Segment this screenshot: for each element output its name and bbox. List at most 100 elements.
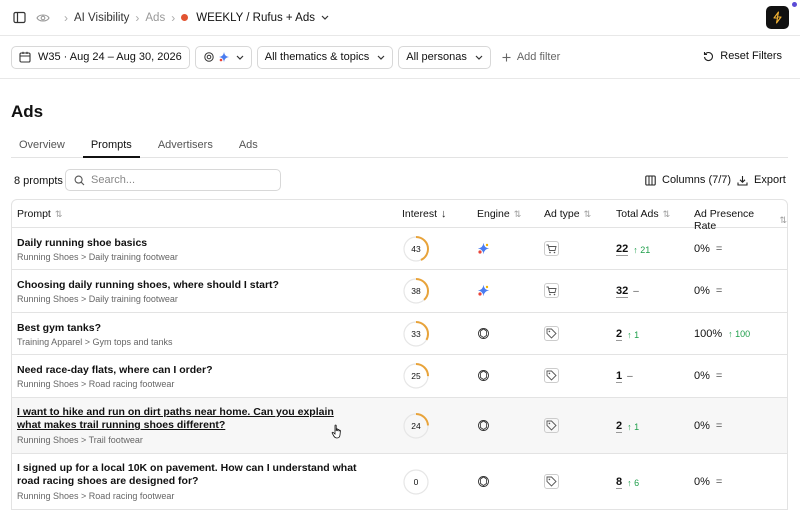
interest-value: 38 [411,286,421,296]
tag-icon [546,420,557,431]
report-name: WEEKLY / Rufus + Ads [196,11,316,24]
plus-icon [502,53,511,62]
reset-icon [703,51,714,62]
cart-icon [546,244,557,253]
tag-icon [546,328,557,339]
openai-icon [203,51,215,63]
table-row[interactable]: Best gym tanks? Training Apparel > Gym t… [12,313,787,355]
interest-ring: 33 [403,321,429,347]
sort-icon: ⇅ [779,214,787,225]
interest-value: 25 [411,371,421,381]
column-header-engine[interactable]: Engine ⇅ [477,208,521,220]
interest-value: 43 [411,244,421,254]
prompt-title[interactable]: I want to hike and run on dirt paths nea… [17,406,357,432]
lightning-icon [772,11,783,24]
filter-bar: W35 · Aug 24 – Aug 30, 2026 All thematic… [0,36,800,79]
column-header-interest[interactable]: Interest ↓ [402,208,447,220]
ads-change-value: 1 [634,421,640,432]
total-ads-value[interactable]: 2 [616,420,623,433]
prompt-path: Running Shoes > Daily training footwear [17,252,178,262]
total-ads-value[interactable]: 1 [616,370,623,383]
export-button[interactable]: Export [737,174,786,186]
table-row[interactable]: Need race-day flats, where can I order? … [12,355,787,398]
ad-type-badge [544,368,559,383]
total-ads-value[interactable]: 32 [616,285,629,298]
column-header-ad-type[interactable]: Ad type ⇅ [544,208,591,220]
sidebar-toggle-icon[interactable] [10,9,28,27]
prompt-path: Running Shoes > Road racing footwear [17,379,175,389]
no-change-icon: – [627,371,633,382]
engine-filter[interactable] [194,45,252,69]
breadcrumb-separator-icon: › [64,10,68,25]
prompt-title[interactable]: Need race-day flats, where can I order? [17,364,357,377]
prompt-title[interactable]: Choosing daily running shoes, where shou… [17,279,357,292]
breadcrumb: › AI Visibility › Ads › WEEKLY / Rufus +… [36,11,329,25]
total-ads-cell: 8 ↑ 6 [616,476,639,489]
table-row[interactable]: I signed up for a local 10K on pavement.… [12,454,787,510]
export-label: Export [754,174,786,186]
total-ads-value[interactable]: 2 [616,328,623,341]
header-label: Total Ads [616,208,659,220]
column-header-prompt[interactable]: Prompt ⇅ [17,208,62,220]
reset-filters-label: Reset Filters [720,50,782,62]
table-row[interactable]: I want to hike and run on dirt paths nea… [12,398,787,454]
tab-prompts[interactable]: Prompts [82,130,140,158]
topics-filter[interactable]: All thematics & topics [256,45,394,69]
interest-value: 0 [414,477,419,487]
quick-action-button[interactable] [766,6,789,29]
rate-change-value: 100 [735,329,751,339]
header-label: Prompt [17,208,51,220]
arrow-up-icon: ↑ [728,329,733,339]
prompt-title[interactable]: Best gym tanks? [17,322,357,335]
report-selector[interactable]: WEEKLY / Rufus + Ads [181,12,329,24]
no-change-icon: – [633,286,639,297]
breadcrumb-section[interactable]: AI Visibility [74,12,129,24]
sort-icon: ⇅ [583,208,592,219]
equal-icon: = [715,476,723,488]
hand-cursor-icon [331,424,341,439]
search-icon [74,175,85,186]
total-ads-cell: 22 ↑ 21 [616,243,650,256]
total-ads-value[interactable]: 22 [616,243,629,256]
prompt-path: Running Shoes > Road racing footwear [17,491,175,501]
arrow-up-icon: ↑ [633,244,638,255]
tab-ads[interactable]: Ads [231,130,266,158]
total-ads-value[interactable]: 8 [616,476,623,489]
ad-type-badge [544,326,559,341]
presence-rate-value: 0% [694,476,710,488]
openai-icon [478,476,489,487]
ads-change: ↑ 1 [627,330,639,340]
breadcrumb-separator-icon: › [171,10,176,25]
table-row[interactable]: Daily running shoe basics Running Shoes … [12,228,787,270]
tab-advertisers[interactable]: Advertisers [150,130,221,158]
columns-button[interactable]: Columns (7/7) [645,174,731,186]
personas-label: All personas [406,51,467,63]
tab-overview[interactable]: Overview [11,130,73,158]
top-bar: › AI Visibility › Ads › WEEKLY / Rufus +… [0,0,800,36]
download-icon [737,175,748,186]
personas-filter[interactable]: All personas [398,45,491,69]
search-box[interactable] [65,169,281,191]
presence-rate-cell: 0% = [694,370,722,382]
arrow-up-icon: ↑ [627,421,632,432]
breadcrumb-area[interactable]: Ads [145,12,165,24]
ad-type-badge [544,283,559,298]
chevron-down-icon [321,15,329,20]
add-filter-button[interactable]: Add filter [502,51,560,63]
column-header-total-ads[interactable]: Total Ads ⇅ [616,208,670,220]
presence-rate-value: 0% [694,420,710,432]
presence-rate-cell: 0% = [694,420,722,432]
prompt-title[interactable]: I signed up for a local 10K on pavement.… [17,462,357,488]
cart-icon [546,286,557,295]
total-ads-cell: 2 ↑ 1 [616,328,639,341]
presence-rate-value: 100% [694,328,723,340]
date-range-filter[interactable]: W35 · Aug 24 – Aug 30, 2026 [11,45,190,69]
search-input[interactable] [91,174,271,186]
ads-change-value: 1 [634,329,640,340]
tag-icon [546,370,557,381]
sort-icon: ⇅ [513,208,522,219]
prompt-title[interactable]: Daily running shoe basics [17,237,357,250]
table-row[interactable]: Choosing daily running shoes, where shou… [12,270,787,313]
topics-label: All thematics & topics [264,51,370,63]
reset-filters-button[interactable]: Reset Filters [703,50,782,62]
